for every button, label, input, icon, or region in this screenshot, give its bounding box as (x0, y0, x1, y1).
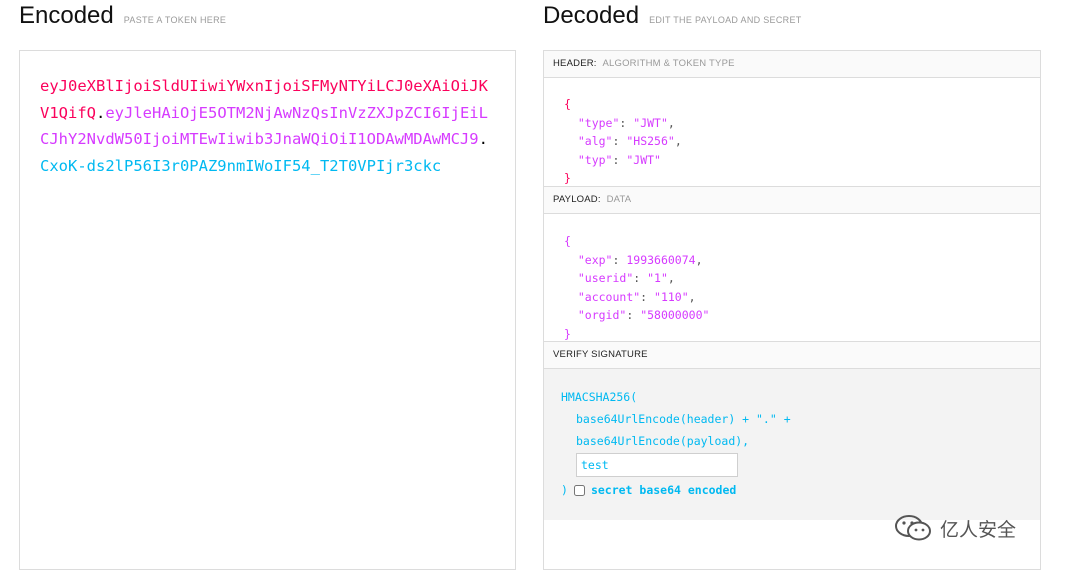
payload-json-editor[interactable]: { "exp": 1993660074, "userid": "1", "acc… (544, 214, 1040, 341)
header-section-label: HEADER: (553, 58, 597, 69)
secret-base64-row: ) secret base64 encoded (561, 479, 1040, 501)
secret-base64-checkbox[interactable] (573, 484, 585, 496)
decoded-title-bar: Decoded EDIT THE PAYLOAD AND SECRET (543, 2, 802, 30)
verify-section-heading: VERIFY SIGNATURE (544, 341, 1040, 369)
hmac-line: HMACSHA256( (561, 390, 638, 404)
json-line: "alg": "HS256", (577, 134, 682, 148)
json-line: "exp": 1993660074, (577, 252, 703, 267)
payload-section-label: PAYLOAD: (553, 194, 601, 205)
json-line: "account": "110", (577, 289, 696, 304)
encoded-subtitle: PASTE A TOKEN HERE (123, 15, 227, 25)
encode-header-line: base64UrlEncode(header) + "." + (576, 412, 791, 426)
verify-section-label: VERIFY SIGNATURE (553, 349, 648, 360)
token-signature-part[interactable]: CxoK-ds2lP56I3r0PAZ9nmIWoIF54_T2T0VPIjr3… (40, 157, 441, 175)
token-dot-1: . (96, 103, 106, 122)
payload-section-sublabel: DATA (606, 194, 632, 205)
verify-signature-panel: HMACSHA256( base64UrlEncode(header) + ".… (544, 369, 1040, 520)
decoded-panel: HEADER: ALGORITHM & TOKEN TYPE { "type":… (543, 50, 1041, 570)
header-json-editor[interactable]: { "type": "JWT", "alg": "HS256", "typ": … (544, 78, 1040, 186)
json-line: "orgid": "58000000" (577, 308, 710, 322)
token-dot-2: . (478, 130, 488, 148)
encode-payload-line: base64UrlEncode(payload), (576, 434, 750, 448)
header-section-sublabel: ALGORITHM & TOKEN TYPE (602, 58, 735, 69)
payload-brace-open: { (564, 234, 571, 248)
json-line: "type": "JWT", (577, 115, 675, 130)
encoded-token-editor[interactable]: eyJ0eXBlIjoiSldUIiwiYWxnIjoiSFMyNTYiLCJ0… (19, 50, 516, 570)
payload-section-heading: PAYLOAD: DATA (544, 186, 1040, 214)
header-section-heading: HEADER: ALGORITHM & TOKEN TYPE (544, 51, 1040, 78)
json-line: "typ": "JWT" (577, 152, 661, 167)
secret-base64-label[interactable]: secret base64 encoded (591, 479, 736, 501)
header-brace-close: } (564, 171, 571, 185)
encoded-title-bar: Encoded PASTE A TOKEN HERE (19, 2, 226, 30)
decoded-title: Decoded (543, 2, 640, 29)
secret-input[interactable] (576, 453, 738, 477)
decoded-subtitle: EDIT THE PAYLOAD AND SECRET (649, 15, 802, 25)
wechat-icon (894, 514, 934, 542)
token-payload-part[interactable]: eyJleHAiOjE5OTM2NjAwNzQsInVzZXJpZCI6IjEi… (40, 104, 488, 149)
json-line: "userid": "1", (577, 271, 675, 285)
watermark-text: 亿人安全 (940, 519, 1017, 541)
close-paren: ) (561, 483, 568, 497)
encoded-title: Encoded (19, 2, 114, 29)
watermark: 亿人安全 (894, 514, 1016, 542)
header-brace-open: { (564, 97, 571, 111)
